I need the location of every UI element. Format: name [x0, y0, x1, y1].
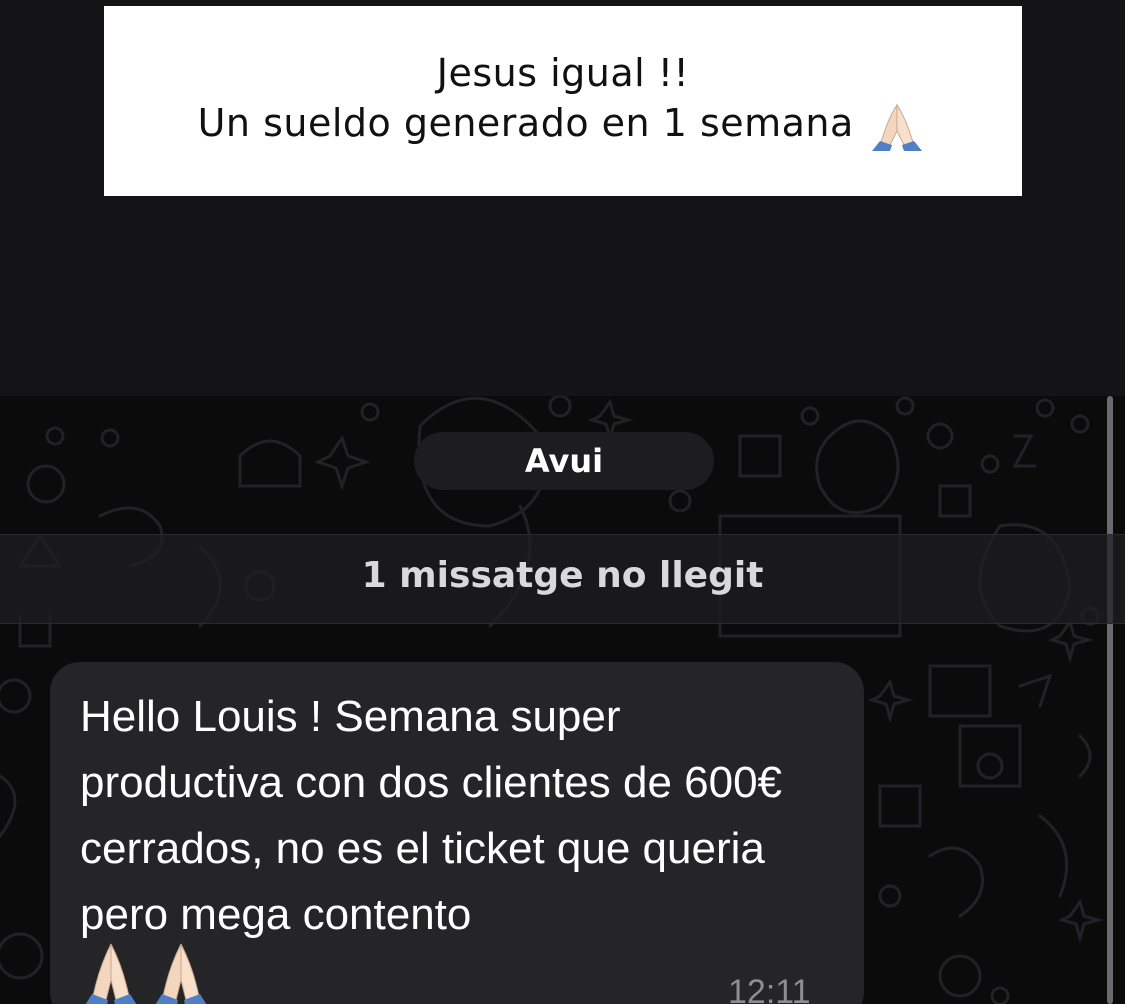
screenshot-page: Jesus igual !! Un sueldo generado en 1 s…	[0, 0, 1125, 1004]
caption-card: Jesus igual !! Un sueldo generado en 1 s…	[104, 6, 1022, 196]
caption-line-1: Jesus igual !!	[436, 51, 690, 95]
message-text: Hello Louis ! Semana super productiva co…	[80, 692, 783, 939]
caption-line-2-text: Un sueldo generado en 1 semana	[197, 101, 854, 145]
folded-hands-icon	[872, 102, 923, 151]
message-emojis	[78, 940, 218, 1004]
message-timestamp: 12:11	[728, 973, 811, 1004]
unread-count-label: 1 missatge no llegit	[361, 555, 764, 596]
scrollbar[interactable]	[1107, 396, 1113, 1004]
caption-line-2: Un sueldo generado en 1 semana	[104, 98, 1022, 151]
date-separator-chip: Avui	[414, 432, 714, 490]
folded-hands-icon	[85, 943, 207, 1004]
